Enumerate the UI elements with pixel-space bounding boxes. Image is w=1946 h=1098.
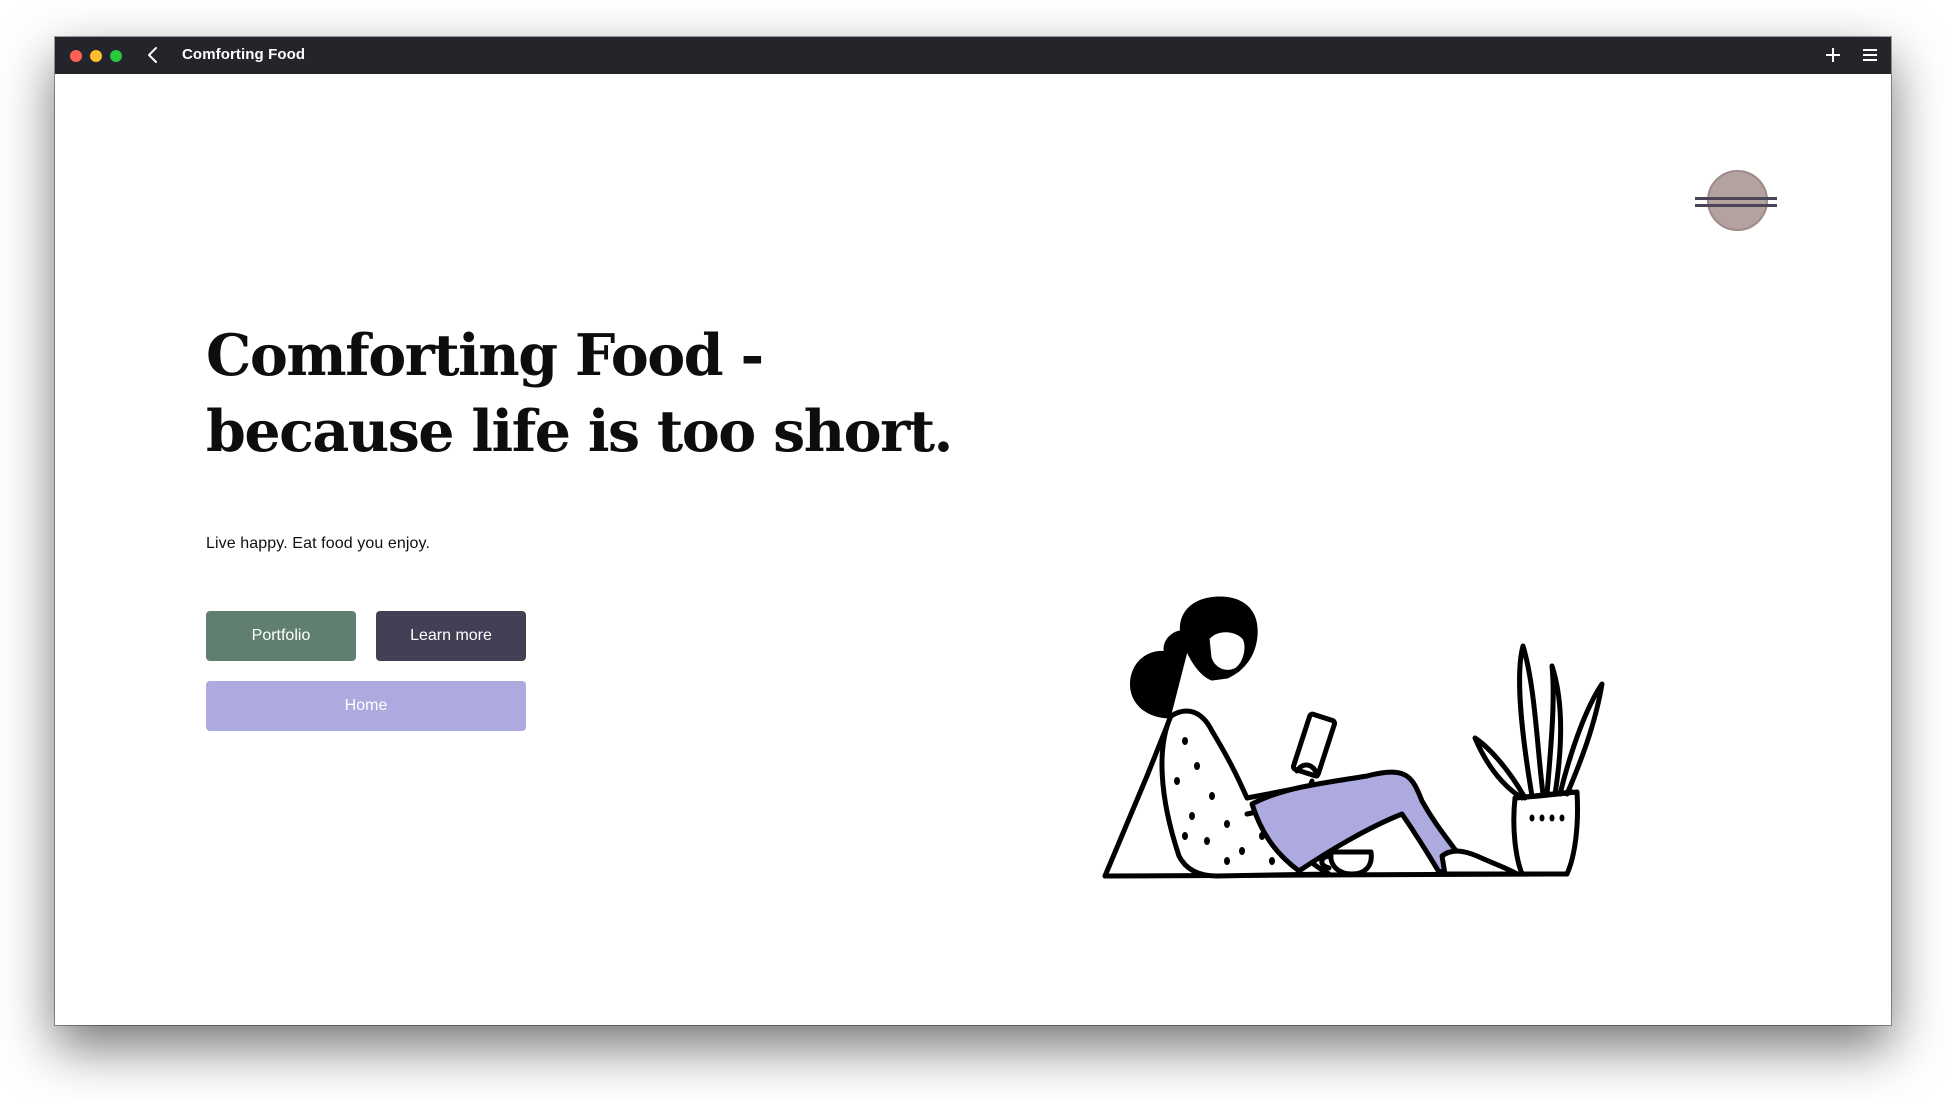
- back-outline: [1102, 713, 1174, 879]
- burger-bar-bottom: [1695, 204, 1777, 207]
- headline-line-1: Comforting Food -: [206, 322, 764, 389]
- title-bar: Comforting Food: [55, 37, 1891, 74]
- back-icon[interactable]: [143, 45, 163, 65]
- leaf-2: [1544, 663, 1564, 797]
- woman-reading-illustration: [1102, 596, 1605, 879]
- face: [1204, 627, 1250, 675]
- browser-window: Comforting Food Comforting Food - becaus…: [55, 37, 1891, 1025]
- menu-icon[interactable]: [1861, 46, 1879, 64]
- page-title: Comforting Food - because life is too sh…: [206, 318, 953, 470]
- page-content: Comforting Food - because life is too sh…: [55, 74, 1891, 1025]
- burger-menu-icon[interactable]: [1695, 168, 1781, 234]
- leaf-1: [1517, 643, 1546, 799]
- burger-disc: [1707, 170, 1768, 231]
- maximize-window-button[interactable]: [110, 50, 122, 62]
- home-button[interactable]: Home: [206, 681, 526, 731]
- leaf-4: [1472, 735, 1528, 801]
- cup: [1328, 849, 1374, 877]
- close-window-button[interactable]: [70, 50, 82, 62]
- foot: [1439, 848, 1520, 877]
- minimize-window-button[interactable]: [90, 50, 102, 62]
- headline-line-2: because life is too short.: [206, 398, 953, 465]
- hair-back: [1129, 630, 1195, 719]
- burger-bar-top: [1695, 197, 1777, 200]
- plus-icon[interactable]: [1824, 46, 1842, 64]
- tagline: Live happy. Eat food you enjoy.: [206, 535, 430, 552]
- portfolio-button[interactable]: Portfolio: [206, 611, 356, 661]
- plant-pot: [1511, 789, 1580, 877]
- leaf-3: [1557, 681, 1605, 797]
- learn-more-button[interactable]: Learn more: [376, 611, 526, 661]
- window-title: Comforting Food: [182, 46, 306, 63]
